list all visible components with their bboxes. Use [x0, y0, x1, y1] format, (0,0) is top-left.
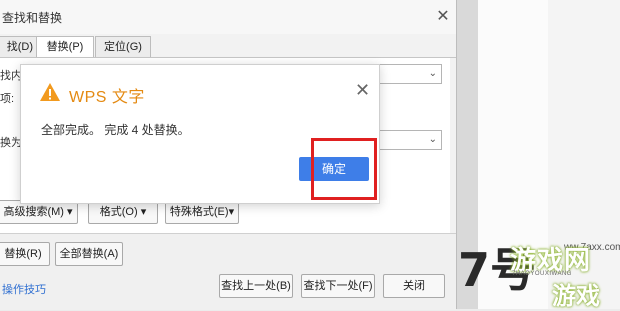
replace-all-button[interactable]: 全部替换(A)	[55, 242, 123, 266]
warning-icon	[40, 83, 60, 101]
close-icon[interactable]: ✕	[355, 81, 370, 99]
tab-find[interactable]: 找(D)	[0, 36, 38, 57]
chevron-down-icon[interactable]: ⌄	[429, 68, 437, 79]
advanced-search-label: 高级搜索(M)	[3, 206, 64, 218]
message-text: 全部完成。 完成 4 处替换。	[41, 123, 190, 137]
close-icon[interactable]: ✕	[434, 8, 452, 26]
dialog-title: 查找和替换	[2, 11, 63, 25]
message-title: WPS 文字	[69, 89, 145, 106]
chevron-down-icon[interactable]: ⌄	[429, 134, 437, 145]
format-label: 格式(O)	[99, 206, 138, 218]
special-format-label: 特殊格式(E)	[169, 206, 229, 218]
tab-goto[interactable]: 定位(G)	[95, 36, 151, 57]
find-next-button[interactable]: 查找下一处(F)	[301, 274, 375, 298]
tab-replace[interactable]: 替换(P)	[36, 36, 94, 58]
tips-link[interactable]: 操作技巧	[2, 281, 46, 297]
options-label: 项:	[0, 93, 15, 105]
dialog-titlebar: 查找和替换 ✕	[0, 0, 456, 34]
close-button[interactable]: 关闭	[383, 274, 445, 298]
watermark-logo: ww.7axx.com 7号 游戏网 7HAOYOUXIWANG 游戏	[452, 232, 620, 310]
highlight-box	[311, 138, 377, 200]
find-previous-button[interactable]: 查找上一处(B)	[219, 274, 293, 298]
replace-button[interactable]: 替换(R)	[0, 242, 50, 266]
watermark-bottom-text: 游戏	[552, 283, 600, 310]
